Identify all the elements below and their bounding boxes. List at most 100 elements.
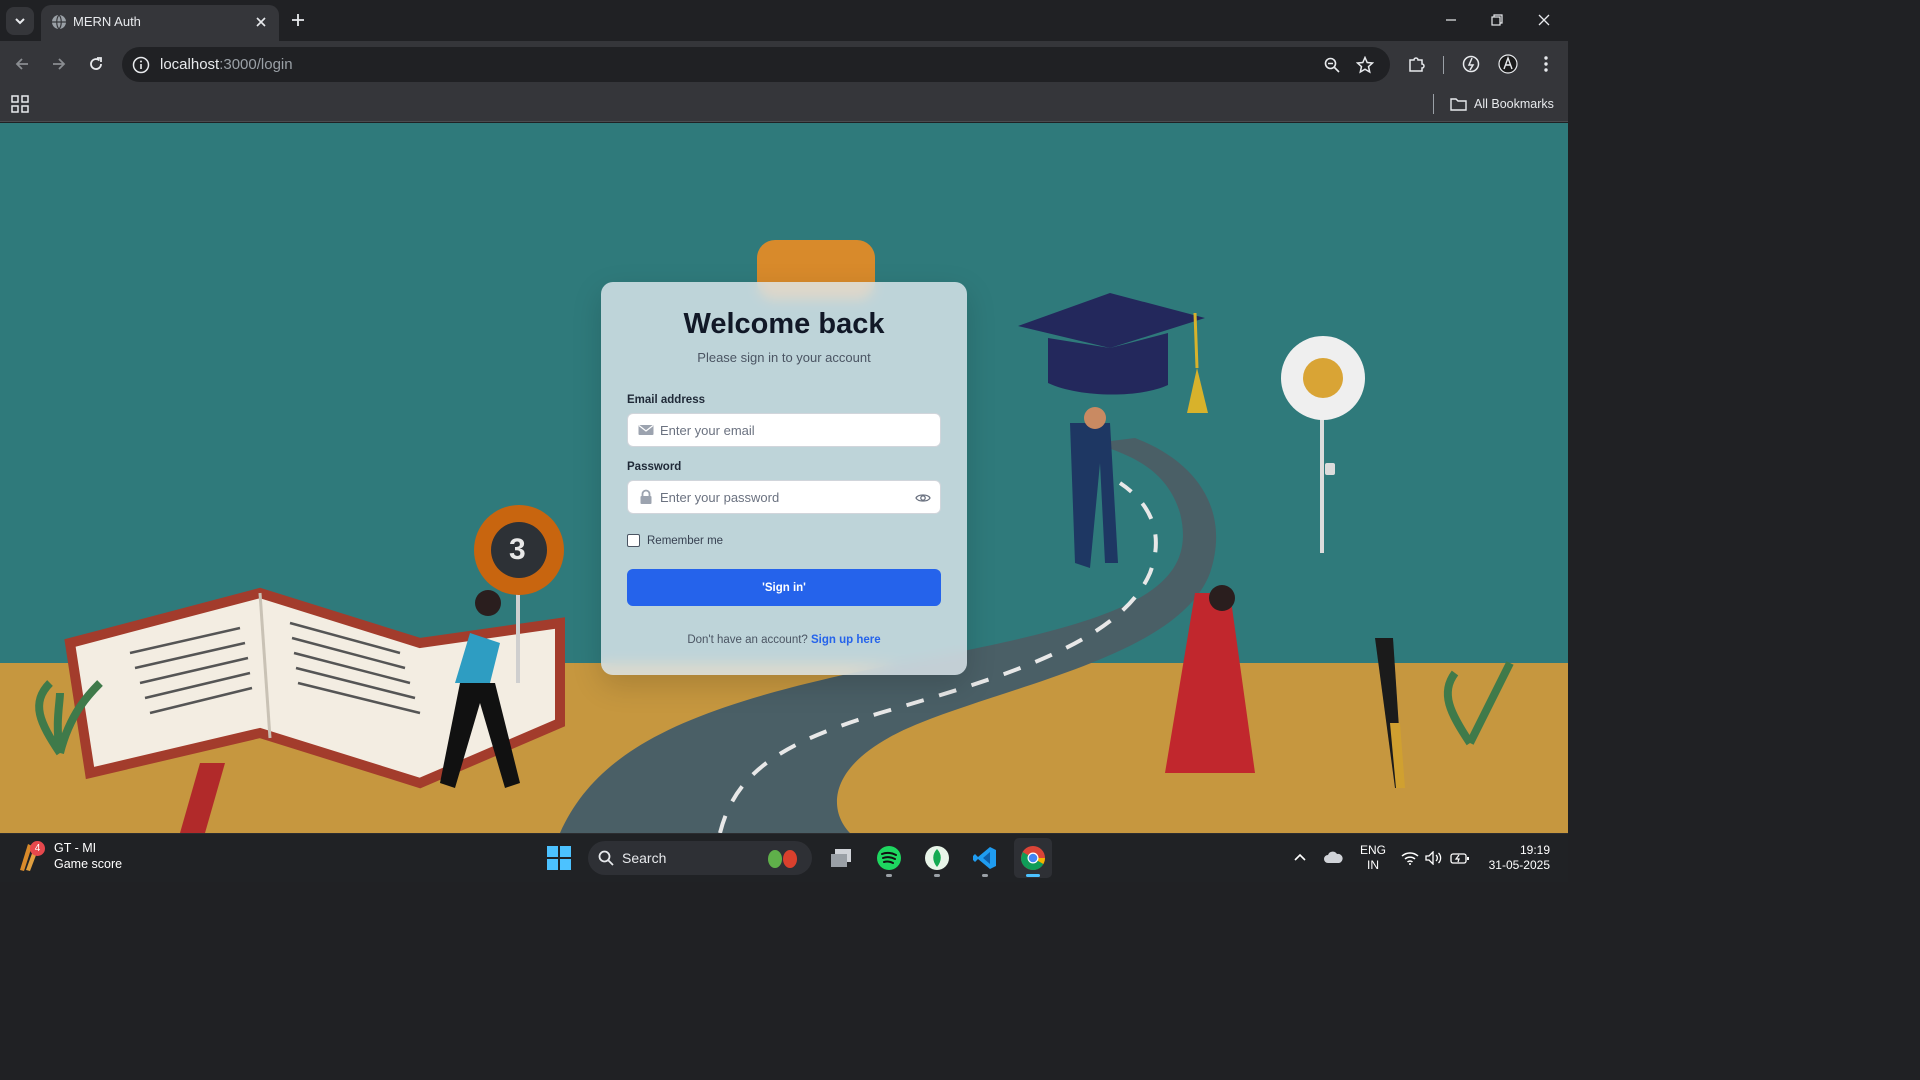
- widget-subtitle: Game score: [54, 857, 123, 871]
- new-tab-button[interactable]: [286, 8, 310, 32]
- close-icon: [256, 17, 266, 27]
- close-window-button[interactable]: [1521, 0, 1567, 40]
- envelope-icon: [638, 425, 654, 435]
- url-text[interactable]: localhost:3000/login: [160, 56, 293, 73]
- speaker-icon: [1425, 851, 1442, 865]
- widget-icon: 4: [16, 840, 46, 874]
- wifi-icon: [1401, 852, 1419, 865]
- chrome-app[interactable]: [1014, 838, 1052, 878]
- reload-icon: [90, 57, 102, 70]
- more-vertical-icon: [1544, 56, 1548, 72]
- forward-button[interactable]: [45, 50, 73, 78]
- show-hidden-icons-button[interactable]: [1290, 848, 1310, 868]
- avatar-icon: [1498, 54, 1518, 74]
- vscode-icon: [973, 847, 996, 869]
- chevron-up-icon: [1294, 853, 1306, 861]
- plus-icon: [292, 14, 304, 26]
- chrome-icon: [1020, 846, 1045, 871]
- password-input[interactable]: [660, 481, 910, 513]
- toolbar-divider: [1443, 56, 1444, 74]
- close-icon: [1538, 14, 1550, 26]
- url-path: :3000/login: [219, 56, 293, 73]
- back-button[interactable]: [8, 50, 36, 78]
- bookmark-star-button[interactable]: [1355, 55, 1375, 75]
- clock-date: 31-05-2025: [1488, 858, 1550, 872]
- restore-icon: [1491, 14, 1503, 26]
- folder-icon: [1450, 98, 1467, 111]
- clock[interactable]: 19:19 31-05-2025: [1484, 843, 1550, 873]
- remember-me-row[interactable]: Remember me: [627, 534, 723, 547]
- speedometer-icon: [1462, 55, 1480, 73]
- star-icon: [1356, 56, 1374, 74]
- cloud-icon: [1324, 851, 1343, 863]
- tab-close-button[interactable]: [251, 12, 271, 32]
- bookmarks-bar: All Bookmarks: [0, 87, 1568, 122]
- leaf-icon: [925, 846, 949, 870]
- parrots-icon: [768, 850, 797, 868]
- search-label: Search: [622, 850, 667, 866]
- tab-search-button[interactable]: [6, 7, 34, 35]
- task-view-icon: [831, 849, 851, 867]
- region-code: IN: [1367, 858, 1379, 872]
- battery-tray[interactable]: [1450, 848, 1470, 868]
- globe-icon: [52, 14, 66, 30]
- mongodb-compass-app[interactable]: [918, 838, 956, 878]
- login-page: 3 Welcome back Please sign in to your ac…: [0, 123, 1568, 833]
- password-field-wrapper[interactable]: [627, 480, 941, 514]
- running-indicator: [886, 874, 892, 877]
- site-info-icon[interactable]: [132, 56, 150, 74]
- sign-up-link[interactable]: Sign up here: [811, 634, 881, 646]
- extensions-button[interactable]: [1406, 53, 1428, 75]
- taskbar-apps: Search: [540, 838, 1052, 878]
- spotify-app[interactable]: [870, 838, 908, 878]
- widget-title: GT - MI: [54, 841, 97, 855]
- language-code: ENG: [1360, 843, 1387, 857]
- remember-me-checkbox[interactable]: [627, 534, 640, 547]
- onedrive-tray[interactable]: [1323, 848, 1343, 868]
- zoom-icon: [1324, 57, 1340, 73]
- signup-row: Don't have an account? Sign up here: [601, 634, 967, 646]
- email-input[interactable]: [660, 414, 910, 446]
- active-indicator: [1026, 874, 1040, 877]
- zoom-button[interactable]: [1322, 55, 1342, 75]
- address-bar[interactable]: localhost:3000/login: [122, 47, 1390, 82]
- arrow-right-icon: [53, 58, 66, 70]
- tab-title: MERN Auth: [73, 14, 141, 29]
- minimize-button[interactable]: [1428, 0, 1474, 40]
- restore-button[interactable]: [1474, 0, 1520, 40]
- apps-grid-icon[interactable]: [10, 94, 30, 114]
- running-indicator: [982, 874, 988, 877]
- page-subtitle: Please sign in to your account: [697, 350, 871, 365]
- bookmarks-divider: [1433, 94, 1434, 114]
- url-host: localhost: [160, 56, 220, 73]
- performance-button[interactable]: [1460, 53, 1482, 75]
- page-title: Welcome back: [683, 308, 885, 340]
- windows-logo-icon: [547, 846, 571, 870]
- volume-tray[interactable]: [1424, 848, 1444, 868]
- browser-menu-button[interactable]: [1535, 53, 1557, 75]
- taskbar-search[interactable]: Search: [588, 841, 812, 875]
- login-card: Welcome back Please sign in to your acco…: [601, 282, 967, 675]
- widget-game-score[interactable]: 4 GT - MI Game score: [16, 840, 122, 874]
- illustration-badge-number: 3: [509, 533, 526, 566]
- battery-icon: [1450, 853, 1469, 864]
- taskbar: 4 GT - MI Game score Search ENG IN 19:19…: [0, 833, 1568, 882]
- sign-in-button[interactable]: 'Sign in': [627, 569, 941, 606]
- wifi-tray[interactable]: [1400, 848, 1420, 868]
- browser-tab[interactable]: MERN Auth: [41, 5, 279, 41]
- chevron-down-icon: [15, 18, 25, 25]
- vscode-app[interactable]: [966, 838, 1004, 878]
- language-indicator[interactable]: ENG IN: [1360, 843, 1386, 873]
- puzzle-icon: [1409, 57, 1425, 72]
- profile-avatar[interactable]: [1497, 53, 1519, 75]
- email-field-wrapper[interactable]: [627, 413, 941, 447]
- start-button[interactable]: [540, 838, 578, 878]
- task-view-button[interactable]: [822, 838, 860, 878]
- all-bookmarks-button[interactable]: All Bookmarks: [1450, 94, 1554, 114]
- spotify-icon: [877, 846, 901, 870]
- no-account-text: Don't have an account?: [687, 634, 808, 646]
- eye-icon[interactable]: [915, 490, 931, 506]
- reload-button[interactable]: [82, 50, 110, 78]
- widget-badge: 4: [30, 841, 45, 856]
- running-indicator: [934, 874, 940, 877]
